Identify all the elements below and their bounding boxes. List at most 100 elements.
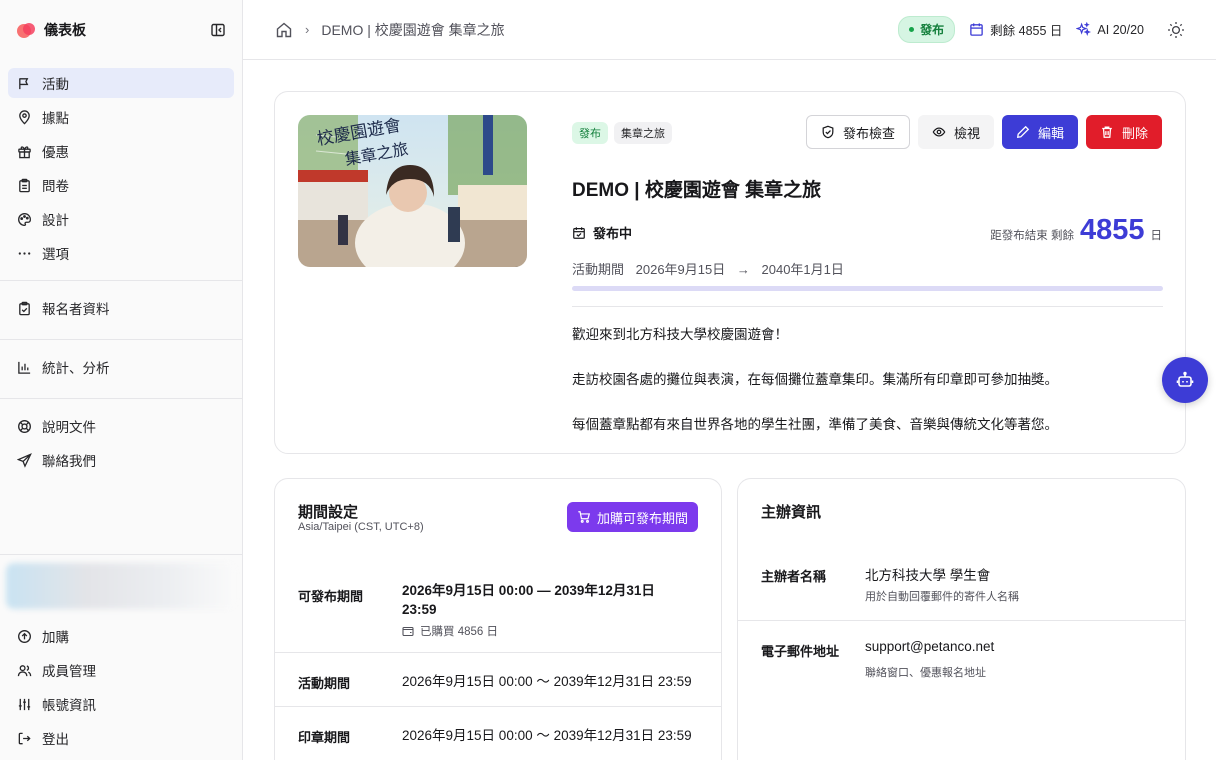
- sidebar-item-label: 問卷: [42, 179, 69, 194]
- event-period-label: 活動期間: [572, 262, 625, 277]
- publish-check-button[interactable]: 發布檢查: [805, 115, 910, 149]
- event-period-row: 活動期間 2026年9月15日 00:00 〜 2039年12月31日 23:5…: [275, 652, 721, 706]
- edit-label: 編輯: [1037, 125, 1064, 141]
- sidebar-item-label: 選項: [42, 247, 69, 262]
- sidebar-footer: 加購 成員管理 帳號資訊 登出: [0, 554, 242, 757]
- row-value: 2026年9月15日 00:00 — 2039年12月31日 23:59: [402, 583, 655, 617]
- sidebar-item-account[interactable]: 帳號資訊: [8, 689, 234, 719]
- event-actions: 發布檢查 檢視 編輯 刪除: [798, 115, 1162, 149]
- sidebar-item-contact[interactable]: 聯絡我們: [8, 445, 234, 475]
- main-content: › DEMO | 校慶園遊會 集章之旅 發布 剩餘 4855 日 AI 20/2…: [243, 0, 1216, 760]
- calendar-icon: [970, 23, 983, 36]
- view-button[interactable]: 檢視: [917, 115, 994, 149]
- sidebar-item-stats[interactable]: 統計、分析: [8, 352, 234, 382]
- row-label: 活動期間: [298, 676, 351, 691]
- home-icon[interactable]: [275, 21, 293, 39]
- period-progress-bar: [572, 286, 1163, 291]
- publish-check-label: 發布檢查: [842, 125, 895, 141]
- main-nav: 活動 據點 優惠 問卷 設計 選項: [0, 60, 242, 280]
- sidebar-item-label: 統計、分析: [42, 361, 110, 376]
- description-paragraph: 走訪校園各處的攤位與表演，在每個攤位蓋章集印。集滿所有印章即可參加抽獎。: [572, 372, 1058, 387]
- sparkles-icon: [1076, 22, 1092, 37]
- sidebar-item-design[interactable]: 設計: [8, 204, 234, 234]
- event-period-end: 2040年1月1日: [761, 262, 844, 277]
- sidebar-item-label: 帳號資訊: [42, 698, 96, 713]
- send-icon: [17, 452, 32, 468]
- row-value: 北方科技大學 學生會: [865, 568, 991, 583]
- organizer-info-title: 主辦資訊: [761, 504, 822, 521]
- calendar-check-icon: [573, 226, 585, 239]
- logout-icon: [18, 732, 31, 744]
- row-label: 電子郵件地址: [761, 644, 840, 659]
- row-note: 聯絡窗口、優惠報名地址: [865, 667, 986, 679]
- sidebar-item-label: 優惠: [42, 145, 69, 160]
- sidebar-item-label: 據點: [42, 111, 69, 126]
- chevron-right-icon: ›: [305, 22, 310, 37]
- arrow-right-icon: →: [736, 262, 750, 277]
- purchased-days-label: 已購買 4856 日: [420, 626, 498, 638]
- life-buoy-icon: [18, 419, 31, 433]
- sidebar-item-label: 登出: [42, 732, 69, 747]
- remaining-days-label: 剩餘 4855 日: [990, 24, 1063, 38]
- sidebar-item-coupons[interactable]: 優惠: [8, 136, 234, 166]
- cart-icon: [578, 511, 591, 523]
- sidebar-item-purchase[interactable]: 加購: [8, 621, 234, 651]
- stats-section: 統計、分析: [0, 340, 242, 398]
- sidebar-item-registrants[interactable]: 報名者資料: [8, 293, 234, 323]
- sidebar-item-options[interactable]: 選項: [8, 238, 234, 268]
- row-note: 用於自動回覆郵件的寄件人名稱: [865, 591, 1019, 603]
- sidebar-item-locations[interactable]: 據點: [8, 102, 234, 132]
- sidebar: 儀表板 活動 據點 優惠 問卷 設計 選項 報名者資料 統計、分析 說明文件 聯…: [0, 0, 243, 760]
- sidebar-item-members[interactable]: 成員管理: [8, 655, 234, 685]
- users-icon: [17, 664, 32, 676]
- description-paragraph: 歡迎來到北方科技大學校慶園遊會！: [572, 327, 788, 342]
- sidebar-item-label: 活動: [42, 77, 69, 92]
- organizer-email-row: 電子郵件地址 support@petanco.net 聯絡窗口、優惠報名地址: [738, 620, 1185, 700]
- top-bar-status: 發布 剩餘 4855 日 AI 20/20: [898, 16, 1216, 43]
- flag-icon: [19, 77, 29, 89]
- row-label: 可發布期間: [298, 589, 364, 604]
- row-label: 印章期間: [298, 730, 351, 745]
- divider: [572, 306, 1163, 307]
- delete-button[interactable]: 刪除: [1085, 115, 1162, 149]
- clipboard-check-icon: [19, 301, 30, 315]
- stamp-period-row: 印章期間 2026年9月15日 00:00 〜 2039年12月31日 23:5…: [275, 706, 721, 760]
- event-period-start: 2026年9月15日: [635, 262, 726, 277]
- user-account-card[interactable]: [6, 563, 236, 609]
- organizer-name-row: 主辦者名稱 北方科技大學 學生會 用於自動回覆郵件的寄件人名稱: [738, 539, 1185, 620]
- sidebar-item-survey[interactable]: 問卷: [8, 170, 234, 200]
- event-badges: 發布 集章之旅: [572, 122, 678, 144]
- top-bar: › DEMO | 校慶園遊會 集章之旅 發布 剩餘 4855 日 AI 20/2…: [243, 0, 1216, 60]
- timezone-label: Asia/Taipei (CST, UTC+8): [298, 521, 424, 533]
- remaining-prefix: 距發布結束 剩餘: [990, 230, 1074, 242]
- assistant-bot-button[interactable]: [1162, 357, 1208, 403]
- ai-credits-label: AI 20/20: [1097, 22, 1144, 37]
- row-label: 主辦者名稱: [761, 569, 827, 584]
- organizer-info-card: 主辦資訊 主辦者名稱 北方科技大學 學生會 用於自動回覆郵件的寄件人名稱 電子郵…: [737, 478, 1186, 760]
- status-badge: 發布: [898, 16, 956, 43]
- event-title: DEMO | 校慶園遊會 集章之旅: [572, 180, 822, 201]
- sidebar-collapse-icon[interactable]: [210, 22, 226, 38]
- delete-label: 刪除: [1121, 125, 1148, 141]
- eye-icon: [932, 127, 946, 137]
- buy-period-button[interactable]: 加購可發布期間: [566, 502, 698, 532]
- sidebar-item-label: 聯絡我們: [42, 454, 96, 469]
- sidebar-item-activities[interactable]: 活動: [8, 68, 234, 98]
- theme-toggle-icon[interactable]: [1166, 20, 1186, 40]
- purchased-days-note: 已購買 4856 日: [402, 623, 498, 639]
- edit-button[interactable]: 編輯: [1001, 115, 1078, 149]
- registrants-section: 報名者資料: [0, 281, 242, 339]
- status-dot: [909, 27, 915, 32]
- sliders-icon: [18, 698, 31, 710]
- sidebar-item-label: 說明文件: [42, 420, 96, 435]
- bot-icon: [1176, 371, 1194, 387]
- sidebar-item-logout[interactable]: 登出: [8, 723, 234, 753]
- bar-chart-icon: [18, 361, 31, 374]
- sidebar-item-label: 報名者資料: [42, 302, 110, 317]
- event-cover-image: 校慶園遊會 集章之旅: [298, 115, 527, 267]
- publish-status: 發布中: [572, 223, 632, 242]
- row-value: 2026年9月15日 00:00 〜 2039年12月31日 23:59: [402, 728, 692, 743]
- gift-icon: [18, 145, 31, 158]
- breadcrumb[interactable]: DEMO | 校慶園遊會 集章之旅: [321, 20, 504, 40]
- sidebar-item-docs[interactable]: 說明文件: [8, 411, 234, 441]
